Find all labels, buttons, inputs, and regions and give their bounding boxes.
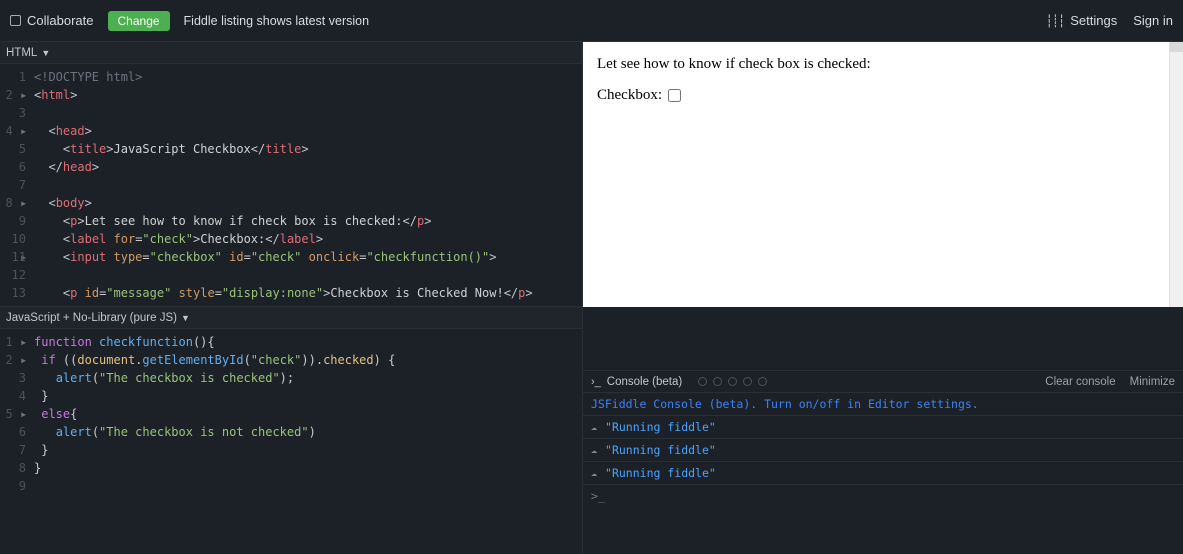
- line-number: 4 ▸: [0, 122, 26, 140]
- fiddle-notice: Fiddle listing shows latest version: [184, 14, 370, 28]
- code-line[interactable]: }: [34, 387, 395, 405]
- line-number: 5 ▸: [0, 405, 26, 423]
- line-number: 11: [0, 248, 26, 266]
- cloud-icon: ☁: [591, 422, 597, 433]
- line-number: 4: [0, 387, 26, 405]
- code-line[interactable]: else{: [34, 405, 395, 423]
- code-line[interactable]: }: [34, 459, 395, 477]
- line-number: 12: [0, 266, 26, 284]
- js-panel-header[interactable]: JavaScript + No-Library (pure JS) ▼: [0, 307, 582, 329]
- code-line[interactable]: <input type="checkbox" id="check" onclic…: [34, 248, 533, 266]
- html-panel: HTML ▼ 12 ▸34 ▸5678 ▸910 ▸111213141516 <…: [0, 42, 583, 307]
- collaborate-label: Collaborate: [27, 13, 94, 28]
- line-number: 7: [0, 176, 26, 194]
- line-number: 8 ▸: [0, 194, 26, 212]
- code-line[interactable]: alert("The checkbox is not checked"): [34, 423, 395, 441]
- js-editor[interactable]: 1 ▸2 ▸345 ▸6789 function checkfunction()…: [0, 329, 582, 554]
- html-panel-label: HTML: [6, 47, 37, 59]
- console-header: ›_ Console (beta) Clear console Minimize: [583, 371, 1183, 393]
- change-button[interactable]: Change: [108, 11, 170, 31]
- code-line[interactable]: [34, 176, 533, 194]
- code-line[interactable]: function checkfunction(){: [34, 333, 395, 351]
- code-line[interactable]: <html>: [34, 86, 533, 104]
- console-info: JSFiddle Console (beta). Turn on/off in …: [583, 393, 1183, 416]
- console-log-line: ☁"Running fiddle": [583, 416, 1183, 439]
- code-line[interactable]: <!DOCTYPE html>: [34, 68, 533, 86]
- main-grid: HTML ▼ 12 ▸34 ▸5678 ▸910 ▸111213141516 <…: [0, 42, 1183, 554]
- code-line[interactable]: [34, 266, 533, 284]
- minimize-console-button[interactable]: Minimize: [1130, 376, 1175, 388]
- line-number: 1 ▸: [0, 333, 26, 351]
- line-number: 2 ▸: [0, 351, 26, 369]
- line-number: 3: [0, 369, 26, 387]
- code-line[interactable]: <body>: [34, 194, 533, 212]
- result-text: Let see how to know if check box is chec…: [597, 56, 1169, 73]
- chevron-down-icon: ▼: [41, 48, 50, 58]
- console-panel: ›_ Console (beta) Clear console Minimize…: [583, 307, 1183, 554]
- js-panel: JavaScript + No-Library (pure JS) ▼ 1 ▸2…: [0, 307, 583, 554]
- result-scrollbar[interactable]: [1169, 42, 1183, 307]
- line-number: 8: [0, 459, 26, 477]
- code-line[interactable]: [34, 302, 533, 306]
- code-line[interactable]: }: [34, 441, 395, 459]
- topbar: Collaborate Change Fiddle listing shows …: [0, 0, 1183, 42]
- code-line[interactable]: alert("The checkbox is checked");: [34, 369, 395, 387]
- sliders-icon: ┆┊┆: [1046, 14, 1065, 28]
- line-number: 10 ▸: [0, 230, 26, 248]
- settings-button[interactable]: ┆┊┆ Settings: [1046, 13, 1118, 28]
- line-number: 9: [0, 477, 26, 495]
- line-number: 13: [0, 284, 26, 302]
- console-title: Console (beta): [607, 376, 682, 388]
- console-body: JSFiddle Console (beta). Turn on/off in …: [583, 393, 1183, 507]
- html-panel-header[interactable]: HTML ▼: [0, 42, 582, 64]
- code-line[interactable]: [34, 104, 533, 122]
- code-line[interactable]: <p>Let see how to know if check box is c…: [34, 212, 533, 230]
- line-number: 2 ▸: [0, 86, 26, 104]
- js-panel-label: JavaScript + No-Library (pure JS): [6, 312, 177, 324]
- settings-label: Settings: [1070, 13, 1117, 28]
- line-number: 6: [0, 423, 26, 441]
- code-line[interactable]: </head>: [34, 158, 533, 176]
- terminal-icon: ›_: [591, 376, 601, 388]
- console-filter-dots[interactable]: [698, 377, 767, 386]
- result-panel: Let see how to know if check box is chec…: [583, 42, 1183, 307]
- console-log-line: ☁"Running fiddle": [583, 439, 1183, 462]
- checkbox-input[interactable]: [668, 89, 681, 102]
- html-editor[interactable]: 12 ▸34 ▸5678 ▸910 ▸111213141516 <!DOCTYP…: [0, 64, 582, 306]
- code-line[interactable]: <label for="check">Checkbox:</label>: [34, 230, 533, 248]
- result-body: Let see how to know if check box is chec…: [583, 42, 1183, 118]
- signin-link[interactable]: Sign in: [1133, 13, 1173, 28]
- line-number: 3: [0, 104, 26, 122]
- checkbox-label: Checkbox:: [597, 87, 662, 104]
- chevron-down-icon: ▼: [181, 313, 190, 323]
- line-number: 5: [0, 140, 26, 158]
- code-line[interactable]: <head>: [34, 122, 533, 140]
- line-number: 6: [0, 158, 26, 176]
- code-line[interactable]: <p id="message" style="display:none">Che…: [34, 284, 533, 302]
- cloud-icon: ☁: [591, 468, 597, 479]
- line-number: 9: [0, 212, 26, 230]
- line-number: 1: [0, 68, 26, 86]
- console-prompt[interactable]: >_: [583, 485, 1183, 507]
- console-spacer: [583, 307, 1183, 371]
- code-line[interactable]: if ((document.getElementById("check")).c…: [34, 351, 395, 369]
- clear-console-button[interactable]: Clear console: [1045, 376, 1115, 388]
- code-line[interactable]: [34, 477, 395, 495]
- code-line[interactable]: <title>JavaScript Checkbox</title>: [34, 140, 533, 158]
- collaborate-icon: [10, 15, 21, 26]
- line-number: 14: [0, 302, 26, 306]
- cloud-icon: ☁: [591, 445, 597, 456]
- console-log-line: ☁"Running fiddle": [583, 462, 1183, 485]
- line-number: 7: [0, 441, 26, 459]
- collaborate-button[interactable]: Collaborate: [10, 13, 94, 28]
